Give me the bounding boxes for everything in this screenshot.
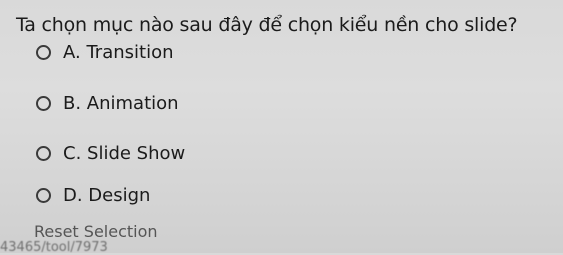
radio-button-a[interactable] xyxy=(36,45,51,60)
option-d[interactable]: D. Design xyxy=(36,185,150,206)
option-c[interactable]: C. Slide Show xyxy=(36,143,185,164)
option-a[interactable]: A. Transition xyxy=(36,42,174,63)
radio-button-d[interactable] xyxy=(36,188,51,203)
option-c-label: C. Slide Show xyxy=(63,143,186,164)
option-d-label: D. Design xyxy=(63,185,151,206)
option-a-label: A. Transition xyxy=(63,42,174,63)
option-b[interactable]: B. Animation xyxy=(36,93,179,114)
option-b-label: B. Animation xyxy=(63,93,179,114)
radio-button-c[interactable] xyxy=(36,146,51,161)
radio-button-b[interactable] xyxy=(36,96,51,111)
question-text: Ta chọn mục nào sau đây để chọn kiểu nền… xyxy=(16,14,518,36)
reset-selection-link[interactable]: Reset Selection xyxy=(34,222,158,241)
